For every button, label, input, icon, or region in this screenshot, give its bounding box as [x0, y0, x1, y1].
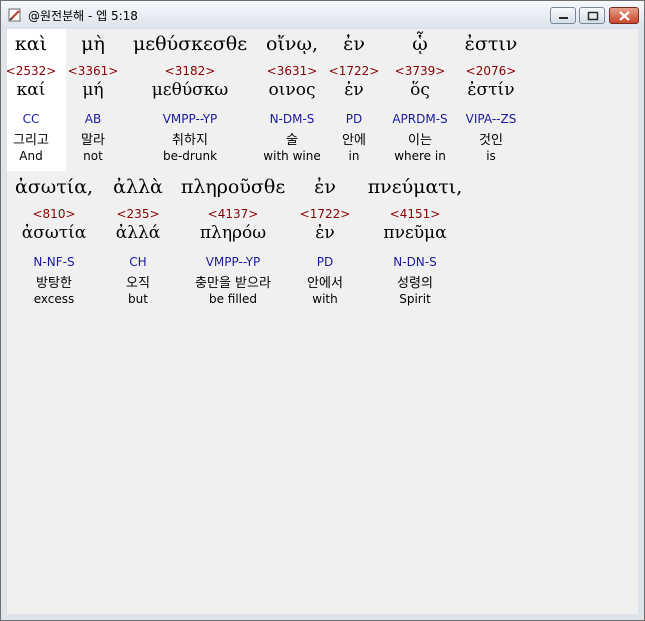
- greek-word[interactable]: ἐστιν: [465, 33, 518, 55]
- greek-word[interactable]: ἐν: [314, 176, 336, 198]
- strong-number[interactable]: <810>: [32, 207, 75, 221]
- minimize-icon: [559, 17, 568, 19]
- korean-gloss: 그리고: [13, 133, 49, 148]
- title-bar[interactable]: @원전분해 - 엡 5:18: [1, 1, 644, 29]
- strong-number[interactable]: <3361>: [68, 64, 119, 78]
- close-icon: [619, 11, 630, 21]
- greek-word[interactable]: πνεύματι,: [368, 176, 463, 198]
- lemma: οινος: [268, 80, 316, 100]
- strong-number[interactable]: <4137>: [208, 207, 259, 221]
- strong-number[interactable]: <4151>: [390, 207, 441, 221]
- lemma: ὅς: [410, 80, 430, 100]
- greek-word[interactable]: πληροῦσθε: [181, 176, 285, 198]
- korean-gloss: 이는: [408, 133, 432, 148]
- lemma: μή: [82, 80, 104, 100]
- english-gloss: Spirit: [399, 292, 431, 306]
- english-gloss: excess: [33, 292, 75, 306]
- lemma: καί: [16, 80, 46, 100]
- morph-code: N-NF-S: [33, 255, 75, 269]
- lemma: ἐν: [344, 80, 364, 100]
- lemma: πληρόω: [199, 223, 267, 243]
- english-gloss: is: [486, 149, 496, 163]
- morph-code: CH: [129, 255, 147, 269]
- english-gloss: be-drunk: [162, 149, 218, 163]
- korean-gloss: 안에: [342, 133, 366, 148]
- bookmark-pen-icon[interactable]: [7, 7, 23, 23]
- greek-word[interactable]: ἀσωτία,: [15, 176, 93, 198]
- maximize-button[interactable]: [579, 7, 605, 24]
- morph-code: APRDM-S: [392, 112, 448, 126]
- korean-gloss: 성령의: [397, 276, 433, 291]
- greek-word[interactable]: καὶ: [15, 33, 47, 55]
- lemma: ἐστίν: [467, 80, 515, 100]
- korean-gloss: 술: [286, 133, 298, 148]
- interlinear-panel[interactable]: καὶ <2532> καί CC 그리고 And μὴ <3361> μή AB 말라 not μεθ…: [7, 29, 638, 614]
- morph-code: PD: [345, 112, 363, 126]
- strong-number[interactable]: <235>: [116, 207, 159, 221]
- english-gloss: with wine: [263, 149, 321, 163]
- korean-gloss: 말라: [81, 133, 105, 148]
- strong-number[interactable]: <3739>: [395, 64, 446, 78]
- english-gloss: not: [83, 149, 103, 163]
- english-gloss: where in: [394, 149, 446, 163]
- greek-word[interactable]: ᾧ: [412, 33, 428, 55]
- morph-code: AB: [84, 112, 102, 126]
- greek-word[interactable]: ἐν: [343, 33, 365, 55]
- morph-code: PD: [316, 255, 334, 269]
- lemma: πνεῦμα: [383, 223, 447, 243]
- english-gloss: with: [312, 292, 338, 306]
- morph-code: VMPP--YP: [162, 112, 218, 126]
- english-gloss: And: [19, 149, 43, 163]
- korean-gloss: 방탕한: [36, 276, 72, 291]
- strong-number[interactable]: <3631>: [267, 64, 318, 78]
- korean-gloss: 것인: [479, 133, 503, 148]
- morph-code: VMPP--YP: [205, 255, 261, 269]
- strong-number[interactable]: <2532>: [7, 64, 56, 78]
- strong-number[interactable]: <1722>: [300, 207, 351, 221]
- minimize-button[interactable]: [550, 7, 576, 24]
- lemma: ἐν: [315, 223, 335, 243]
- morph-code: N-DN-S: [393, 255, 437, 269]
- lemma: μεθύσκω: [151, 80, 229, 100]
- lemma: ἀλλά: [115, 223, 161, 243]
- greek-word[interactable]: ἀλλὰ: [113, 176, 163, 198]
- strong-number[interactable]: <3182>: [165, 64, 216, 78]
- strong-number[interactable]: <1722>: [329, 64, 380, 78]
- window-title: @원전분해 - 엡 5:18: [28, 9, 138, 23]
- morph-code: CC: [22, 112, 40, 126]
- strong-number[interactable]: <2076>: [466, 64, 517, 78]
- app-window: @원전분해 - 엡 5:18 καὶ <2532> καί CC 그리고 And μὴ <33…: [0, 0, 645, 621]
- english-gloss: in: [348, 149, 360, 163]
- morph-code: VIPA--ZS: [465, 112, 517, 126]
- morph-code: N-DM-S: [269, 112, 315, 126]
- english-gloss: but: [128, 292, 148, 306]
- greek-word[interactable]: μὴ: [81, 33, 105, 55]
- maximize-icon: [587, 11, 599, 21]
- lemma: ἀσωτία: [21, 223, 87, 243]
- korean-gloss: 충만을 받으라: [195, 276, 271, 291]
- korean-gloss: 오직: [126, 276, 150, 291]
- greek-word[interactable]: μεθύσκεσθε: [133, 33, 247, 55]
- english-gloss: be filled: [208, 292, 258, 306]
- close-button[interactable]: [609, 7, 639, 24]
- korean-gloss: 안에서: [307, 276, 343, 291]
- greek-word[interactable]: οἴνῳ,: [266, 33, 318, 55]
- korean-gloss: 취하지: [172, 133, 208, 148]
